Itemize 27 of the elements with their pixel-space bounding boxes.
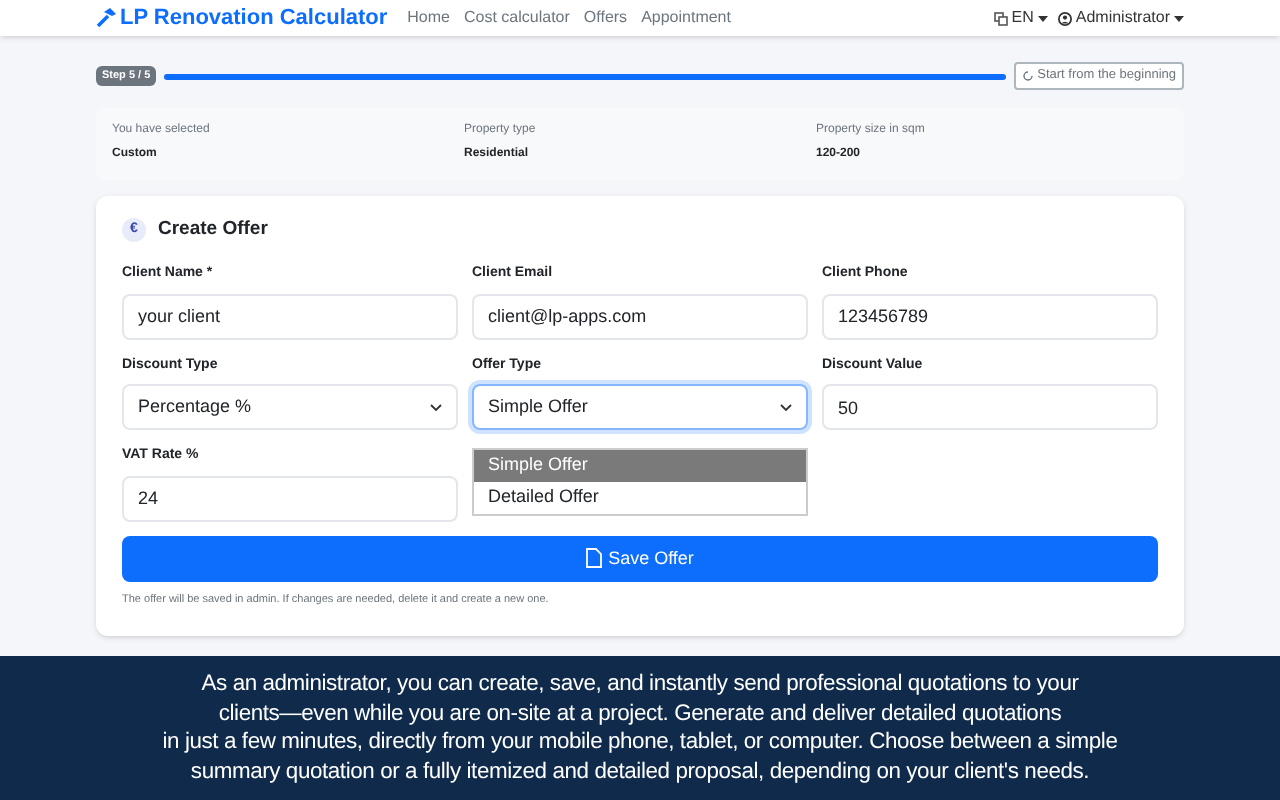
nav-link[interactable]: Offers [583, 6, 628, 30]
caret-icon [1174, 15, 1184, 21]
input-field[interactable]: client@lp-apps.com [472, 293, 808, 340]
dropdown-option[interactable]: Simple Offer [474, 449, 806, 482]
nav-link[interactable]: Home [407, 6, 450, 30]
chevron-down-icon [780, 403, 792, 412]
caret-icon [1037, 15, 1048, 21]
input-field[interactable]: 50 [822, 384, 1158, 431]
caption-text: As an administrator, you can create, save, and instantly send professional quotations to your clients—even while you are on-site at a project. Generate and deliver detailed quotations in just a few minutes, directly from your mobile phone, tablet, or computer. Choose between a simple summary quotation or a fully itemized and detailed proposal, depending on your client's needs. [0, 656, 1280, 800]
select-field[interactable]: Simple Offer [472, 384, 808, 431]
input-field[interactable]: 24 [122, 475, 458, 522]
select-field[interactable]: Percentage % [122, 384, 458, 431]
nav-link[interactable]: Appointment [641, 6, 731, 30]
input-field[interactable]: your client [122, 293, 458, 340]
input-field[interactable]: 123456789 [822, 293, 1158, 340]
translate-icon [993, 11, 1008, 25]
hammer-icon [96, 8, 116, 28]
refresh-icon [1021, 70, 1034, 82]
chevron-down-icon [430, 403, 442, 412]
language-menu[interactable]: EN [993, 6, 1048, 30]
brand-name[interactable]: LP Renovation Calculator [120, 1, 388, 35]
user-menu[interactable]: Administrator [1057, 6, 1184, 30]
save-offer-button[interactable]: Save Offer [122, 535, 1158, 582]
nav-link[interactable]: Cost calculator [464, 6, 570, 30]
document-icon [586, 548, 603, 569]
form-title: Create Offer [158, 216, 268, 244]
user-icon [1057, 11, 1072, 25]
